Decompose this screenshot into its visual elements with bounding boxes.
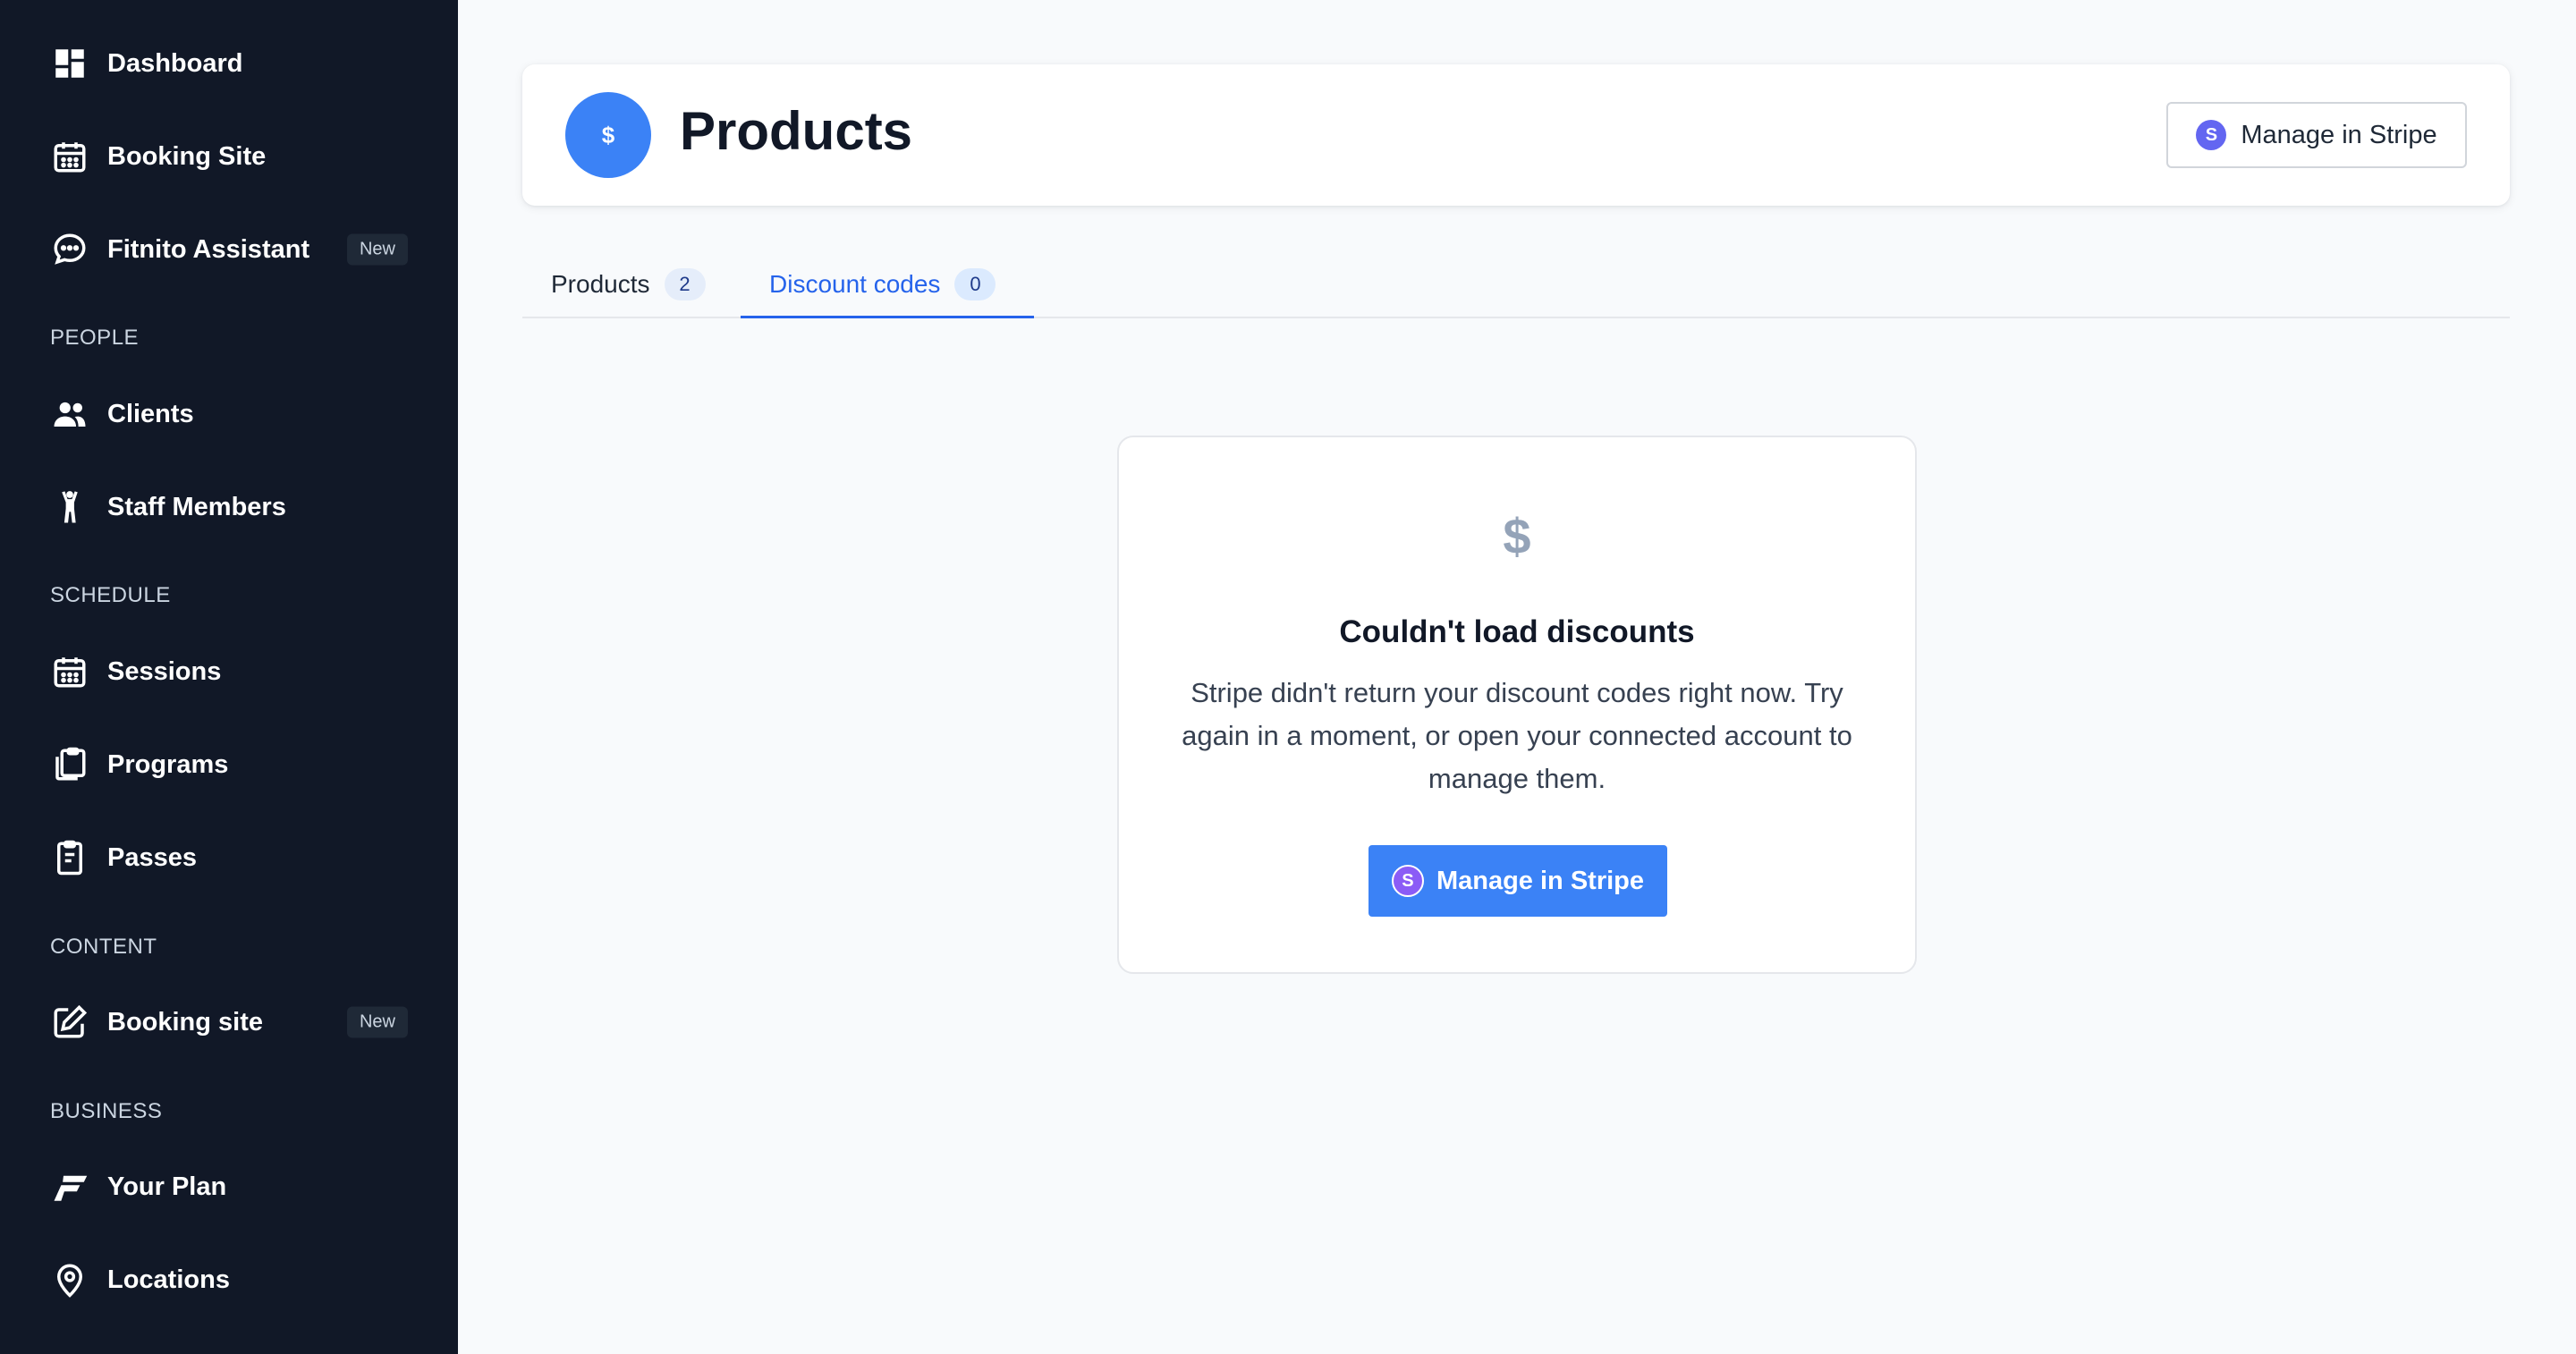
sidebar-item-sessions[interactable]: Sessions	[50, 647, 408, 697]
calendar-icon	[50, 652, 89, 691]
dashboard-icon	[50, 44, 89, 83]
users-icon	[50, 394, 89, 434]
sidebar-item-staff-members[interactable]: Staff Members	[50, 482, 408, 532]
sidebar-item-label: Booking Site	[107, 141, 267, 171]
page-header: $ Products S Manage in Stripe	[522, 64, 2510, 206]
empty-state-message: Stripe didn't return your discount codes…	[1182, 677, 1852, 794]
sidebar-item-label: Dashboard	[107, 48, 243, 78]
sidebar-item-fitnito-assistant[interactable]: Fitnito Assistant New	[50, 224, 408, 275]
new-badge: New	[346, 233, 408, 266]
tab-products[interactable]: Products 2	[551, 252, 712, 317]
stripe-icon: S	[1391, 865, 1424, 897]
sidebar: Dashboard Booking Site Fitnito Assistant…	[0, 0, 458, 1354]
error-empty-state: $ Couldn't load discounts Stripe didn't …	[1117, 436, 1917, 974]
sidebar-item-booking-site[interactable]: Booking Site	[50, 131, 408, 182]
tab-bar: Products 2 Discount codes 0	[522, 252, 2510, 318]
sidebar-item-label: Programs	[107, 749, 229, 779]
location-pin-icon	[50, 1260, 89, 1299]
page-title: Products	[680, 101, 913, 161]
chat-icon	[50, 230, 89, 269]
clipboard-icon	[50, 838, 89, 877]
section-label-people: PEOPLE	[50, 326, 140, 350]
sidebar-item-label: Locations	[107, 1265, 230, 1294]
calendar-icon	[50, 137, 89, 176]
sidebar-item-label: Your Plan	[107, 1172, 227, 1201]
sidebar-item-label: Fitnito Assistant	[107, 234, 310, 264]
sidebar-item-label: Staff Members	[107, 492, 286, 521]
sidebar-item-locations[interactable]: Locations	[50, 1255, 408, 1305]
tab-count-badge: 2	[664, 268, 706, 300]
tab-label: Products	[551, 270, 650, 298]
sidebar-item-clients[interactable]: Clients	[50, 389, 408, 439]
sidebar-item-label: Sessions	[107, 656, 222, 686]
person-icon	[50, 487, 89, 527]
section-label-content: CONTENT	[50, 935, 157, 959]
clipboard-stack-icon	[50, 745, 89, 784]
tab-label: Discount codes	[769, 269, 941, 298]
fitnito-logo-icon	[50, 1167, 89, 1206]
sidebar-item-booking-site-content[interactable]: Booking site New	[50, 997, 408, 1047]
tab-discount-codes[interactable]: Discount codes 0	[741, 252, 1034, 318]
button-label: Manage in Stripe	[2241, 120, 2437, 149]
new-badge: New	[346, 1006, 408, 1038]
manage-in-stripe-button-primary[interactable]: S Manage in Stripe	[1368, 845, 1667, 917]
tab-count-badge: 0	[954, 267, 996, 300]
stripe-icon: S	[2196, 120, 2227, 150]
sidebar-item-dashboard[interactable]: Dashboard	[50, 38, 408, 89]
sidebar-item-label: Booking site	[107, 1007, 264, 1037]
button-label: Manage in Stripe	[1436, 866, 1645, 895]
sidebar-item-programs[interactable]: Programs	[50, 740, 408, 790]
section-label-schedule: SCHEDULE	[50, 583, 171, 607]
edit-icon	[50, 1003, 89, 1042]
sidebar-item-label: Passes	[107, 842, 197, 872]
empty-state-title: Couldn't load discounts	[1339, 614, 1695, 649]
section-label-business: BUSINESS	[50, 1099, 163, 1123]
dollar-icon: $	[1503, 508, 1531, 564]
sidebar-item-your-plan[interactable]: Your Plan	[50, 1162, 408, 1212]
manage-in-stripe-button[interactable]: S Manage in Stripe	[2166, 102, 2467, 168]
sidebar-item-passes[interactable]: Passes	[50, 833, 408, 883]
dollar-icon: $	[565, 92, 651, 178]
sidebar-item-label: Clients	[107, 399, 194, 428]
